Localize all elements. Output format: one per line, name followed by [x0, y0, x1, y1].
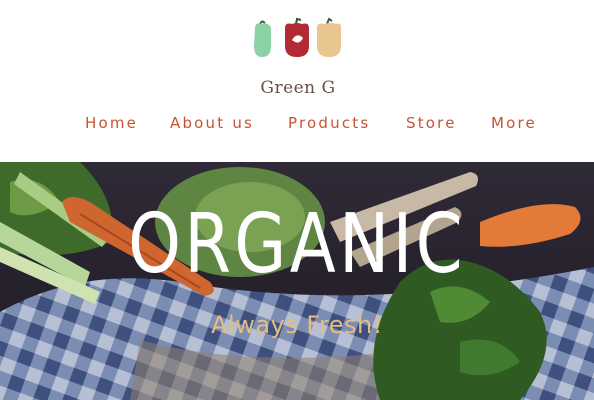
logo[interactable]: Green G: [251, 16, 345, 98]
main-nav: Home About us Products Store More: [0, 114, 594, 134]
peppers-logo-icon: [254, 17, 341, 57]
site-header: Green G Home About us Products Store Mor…: [0, 0, 594, 162]
nav-item-more[interactable]: More: [491, 114, 537, 132]
hero-banner: organic Always Fresh!: [0, 162, 594, 400]
hero-title: organic: [128, 197, 466, 292]
hero-subtitle: Always Fresh!: [211, 311, 383, 339]
page: Green G Home About us Products Store Mor…: [0, 0, 594, 400]
nav-item-products[interactable]: Products: [288, 114, 370, 132]
nav-item-about-us[interactable]: About us: [170, 114, 254, 132]
nav-item-store[interactable]: Store: [406, 114, 457, 132]
brand-name: Green G: [260, 78, 336, 98]
nav-item-home[interactable]: Home: [85, 114, 138, 132]
